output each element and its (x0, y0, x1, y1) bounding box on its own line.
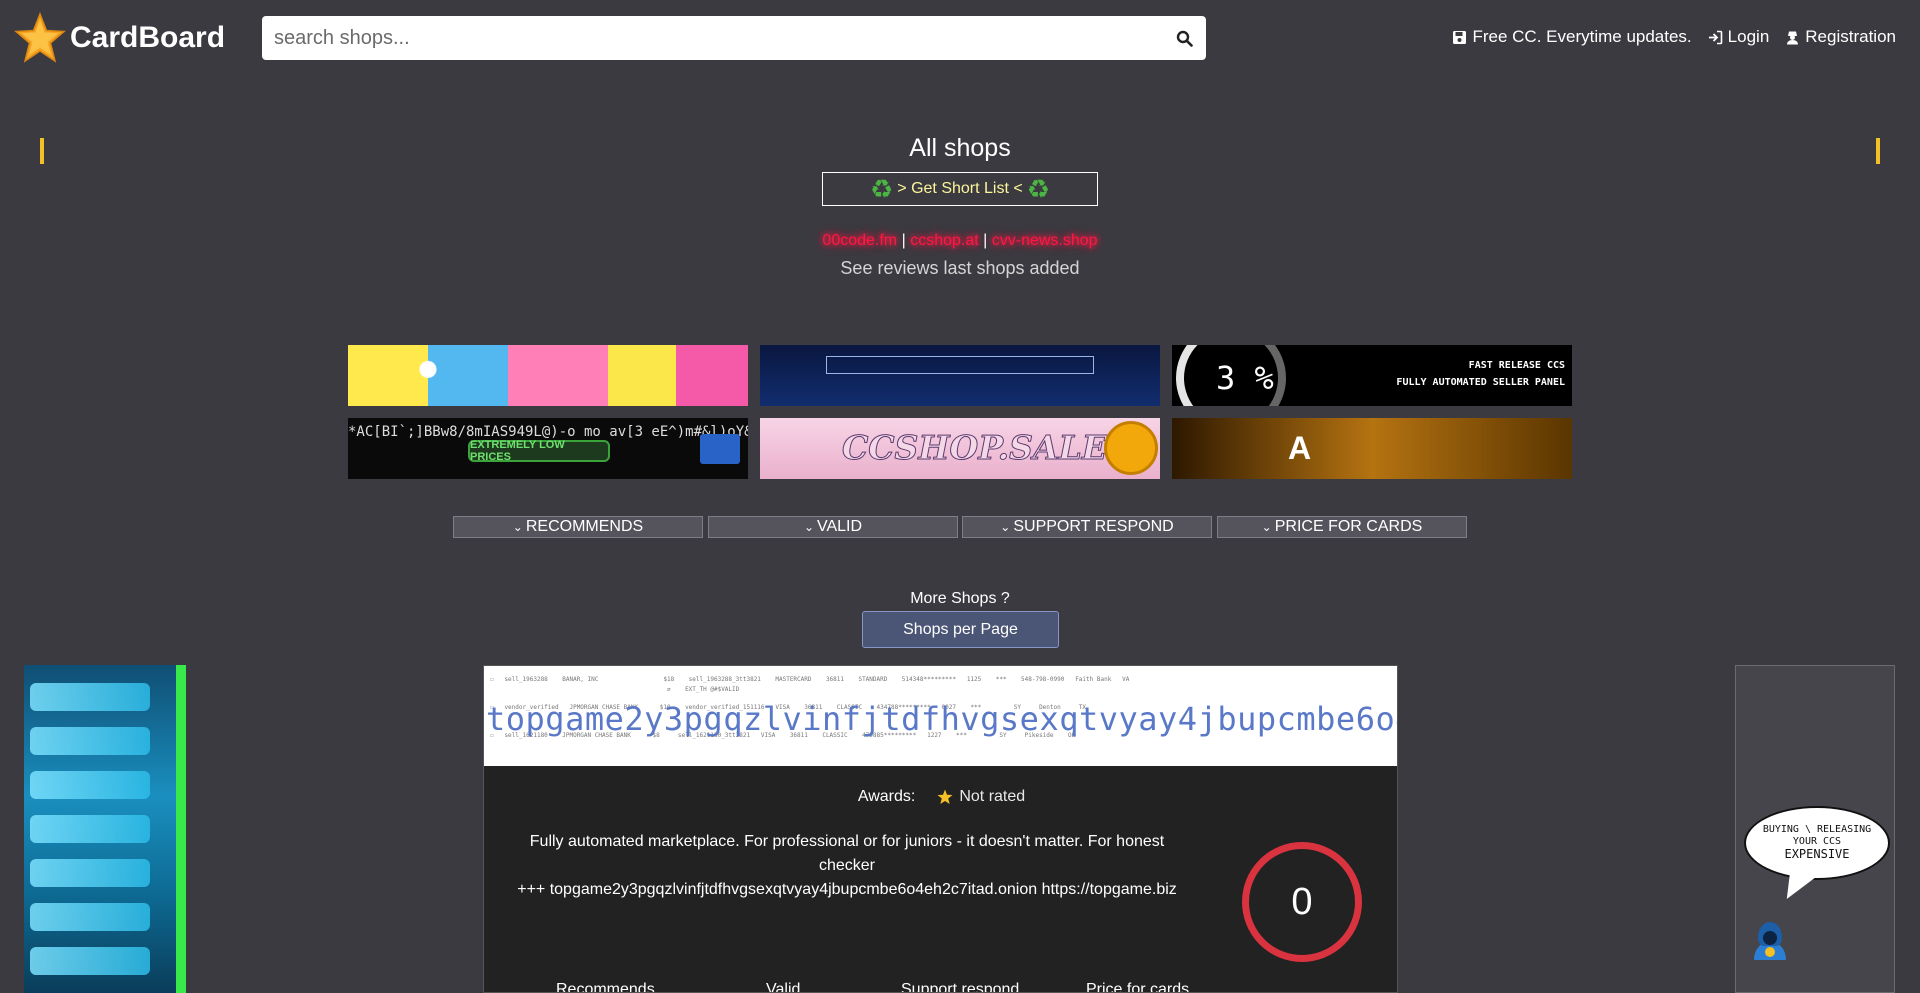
stat-price-label: Price for cards (1086, 981, 1190, 993)
star-icon (937, 789, 953, 804)
banner-percent: 3 % (1216, 359, 1274, 397)
filter-recommends-button[interactable]: ⌄ RECOMMENDS (453, 516, 703, 538)
coin-icon (1104, 421, 1158, 475)
nav-free-cc[interactable]: Free CC. Everytime updates. (1452, 27, 1692, 47)
chevrons-down-icon: ⌄ (1261, 520, 1272, 534)
server-slot (30, 683, 150, 711)
separator: | (901, 232, 906, 249)
filter-price-button[interactable]: ⌄ PRICE FOR CARDS (1217, 516, 1467, 538)
top-nav: Free CC. Everytime updates. Login Regist… (1452, 27, 1896, 47)
nav-login[interactable]: Login (1708, 27, 1770, 47)
header: CardBoard Free CC. Everytime updates. L (0, 0, 1920, 76)
stat-support-label: Support respond (901, 981, 1020, 993)
banner-onion-watermark: topgame2y3pgqzlvinfjtdfhvgsexqtvyay4jbup… (486, 700, 1398, 738)
server-slot (30, 815, 150, 843)
user-secret-icon (1787, 31, 1799, 44)
banner-table-row: ⇄ EXT_TH @#$VALID (490, 686, 740, 693)
shop-link-ccshop[interactable]: ccshop.at (910, 232, 978, 249)
shops-per-page-button[interactable]: Shops per Page (862, 611, 1059, 648)
rating-label: Not rated (959, 788, 1026, 805)
banner-tagline-line2: FULLY AUTOMATED SELLER PANEL (1396, 377, 1565, 388)
featured-shop-links: 00code.fm | ccshop.at | cvv-news.shop (0, 232, 1920, 250)
server-slot (30, 947, 150, 975)
banner-search-bar (826, 356, 1094, 374)
shop-card: ☐ sell_1963288 BANAR, INC $18 sell_19632… (483, 665, 1398, 993)
shop-description-line1: Fully automated marketplace. For profess… (529, 833, 1165, 874)
stat-valid-label: Valid (766, 981, 801, 993)
awards-label: Awards: (857, 788, 916, 805)
credit-card-icon (700, 434, 740, 464)
logo[interactable]: CardBoard (14, 12, 225, 64)
chevrons-down-icon: ⌄ (1000, 520, 1011, 534)
rating: Not rated (937, 788, 1025, 806)
hacker-icon (1754, 922, 1786, 960)
stat-recommends-label: Recommends (556, 981, 655, 993)
filter-label: RECOMMENDS (525, 518, 644, 535)
nav-login-label: Login (1727, 27, 1770, 46)
server-slot (30, 727, 150, 755)
short-list-label: > Get Short List < (897, 180, 1023, 197)
get-short-list-button[interactable]: ♻ > Get Short List < ♻ (822, 172, 1098, 206)
save-icon (1453, 30, 1467, 44)
left-side-ad[interactable] (24, 665, 186, 993)
search-box (262, 16, 1206, 60)
banner-letter: A (1288, 430, 1312, 466)
right-side-ad[interactable]: BUYING \ RELEASING YOUR CCS EXPENSIVE (1735, 665, 1895, 993)
bubble-line3: EXPENSIVE (1784, 847, 1850, 861)
ad-banner-comic[interactable] (348, 345, 748, 406)
banner-low-prices-pill: EXTREMELY LOW PRICES (468, 439, 610, 463)
page-title: All shops (909, 134, 1011, 162)
chevrons-down-icon: ⌄ (803, 520, 814, 534)
ad-banner-city[interactable]: A (1172, 418, 1572, 479)
filter-valid-button[interactable]: ⌄ VALID (708, 516, 958, 538)
nav-registration[interactable]: Registration (1785, 27, 1896, 47)
shop-description-line2: +++ topgame2y3pgqzlvinfjtdfhvgsexqtvyay4… (517, 881, 1177, 898)
banner-tagline-line1: FAST RELEASE CCS (1468, 360, 1565, 371)
shop-link-cvv-news[interactable]: cvv-news.shop (992, 232, 1098, 249)
bubble-line1: BUYING \ RELEASING (1762, 824, 1872, 835)
server-slot (30, 903, 150, 931)
banner-table-row: ☐ sell_1963288 BANAR, INC $18 sell_19632… (490, 676, 1130, 683)
awards: Awards: (858, 788, 916, 806)
shop-link-00code[interactable]: 00code.fm (822, 232, 897, 249)
separator: | (983, 232, 988, 249)
star-logo-icon (14, 12, 66, 63)
green-glow (176, 665, 186, 993)
filter-label: PRICE FOR CARDS (1274, 518, 1423, 535)
recycle-icon: ♻ (1026, 174, 1051, 204)
logo-text: CardBoard (70, 21, 226, 54)
shop-description: Fully automated marketplace. For profess… (512, 830, 1182, 902)
nav-registration-label: Registration (1805, 27, 1896, 46)
nav-free-cc-label: Free CC. Everytime updates. (1472, 27, 1692, 46)
see-reviews-link[interactable]: See reviews last shops added (0, 258, 1920, 279)
shop-banner-image[interactable]: ☐ sell_1963288 BANAR, INC $18 sell_19632… (484, 666, 1398, 766)
filter-label: VALID (817, 518, 863, 535)
filter-label: SUPPORT RESPOND (1013, 518, 1174, 535)
banner-code-text: *AC[BI`;]BBw8/8mIAS949L@)-o mo av[3 eE^)… (348, 424, 748, 440)
shop-score: 0 (1242, 842, 1362, 962)
ad-banner-ccshop-sale[interactable]: CCSHOP.SALE (760, 418, 1160, 479)
speech-bubble: BUYING \ RELEASING YOUR CCS EXPENSIVE (1744, 806, 1890, 880)
banner-tagline: FAST RELEASE CCS FULLY AUTOMATED SELLER … (1396, 357, 1565, 391)
ad-banner-space[interactable] (760, 345, 1160, 406)
more-shops-label: More Shops ? (910, 590, 1010, 607)
search-input[interactable] (262, 16, 1162, 60)
search-button[interactable] (1162, 16, 1206, 60)
server-slot (30, 771, 150, 799)
banner-ccshop-title: CCSHOP.SALE (842, 428, 1108, 468)
recycle-icon: ♻ (869, 174, 894, 204)
search-icon (1176, 30, 1193, 47)
ad-banner-low-prices[interactable]: *AC[BI`;]BBw8/8mIAS949L@)-o mo av[3 eE^)… (348, 418, 748, 479)
filter-support-respond-button[interactable]: ⌄ SUPPORT RESPOND (962, 516, 1212, 538)
awards-row: Awards: Not rated (484, 788, 1397, 806)
sign-in-icon (1708, 30, 1722, 44)
ad-banner-fast-release[interactable]: 3 % FAST RELEASE CCS FULLY AUTOMATED SEL… (1172, 345, 1572, 406)
chevrons-down-icon: ⌄ (512, 520, 523, 534)
server-slot (30, 859, 150, 887)
